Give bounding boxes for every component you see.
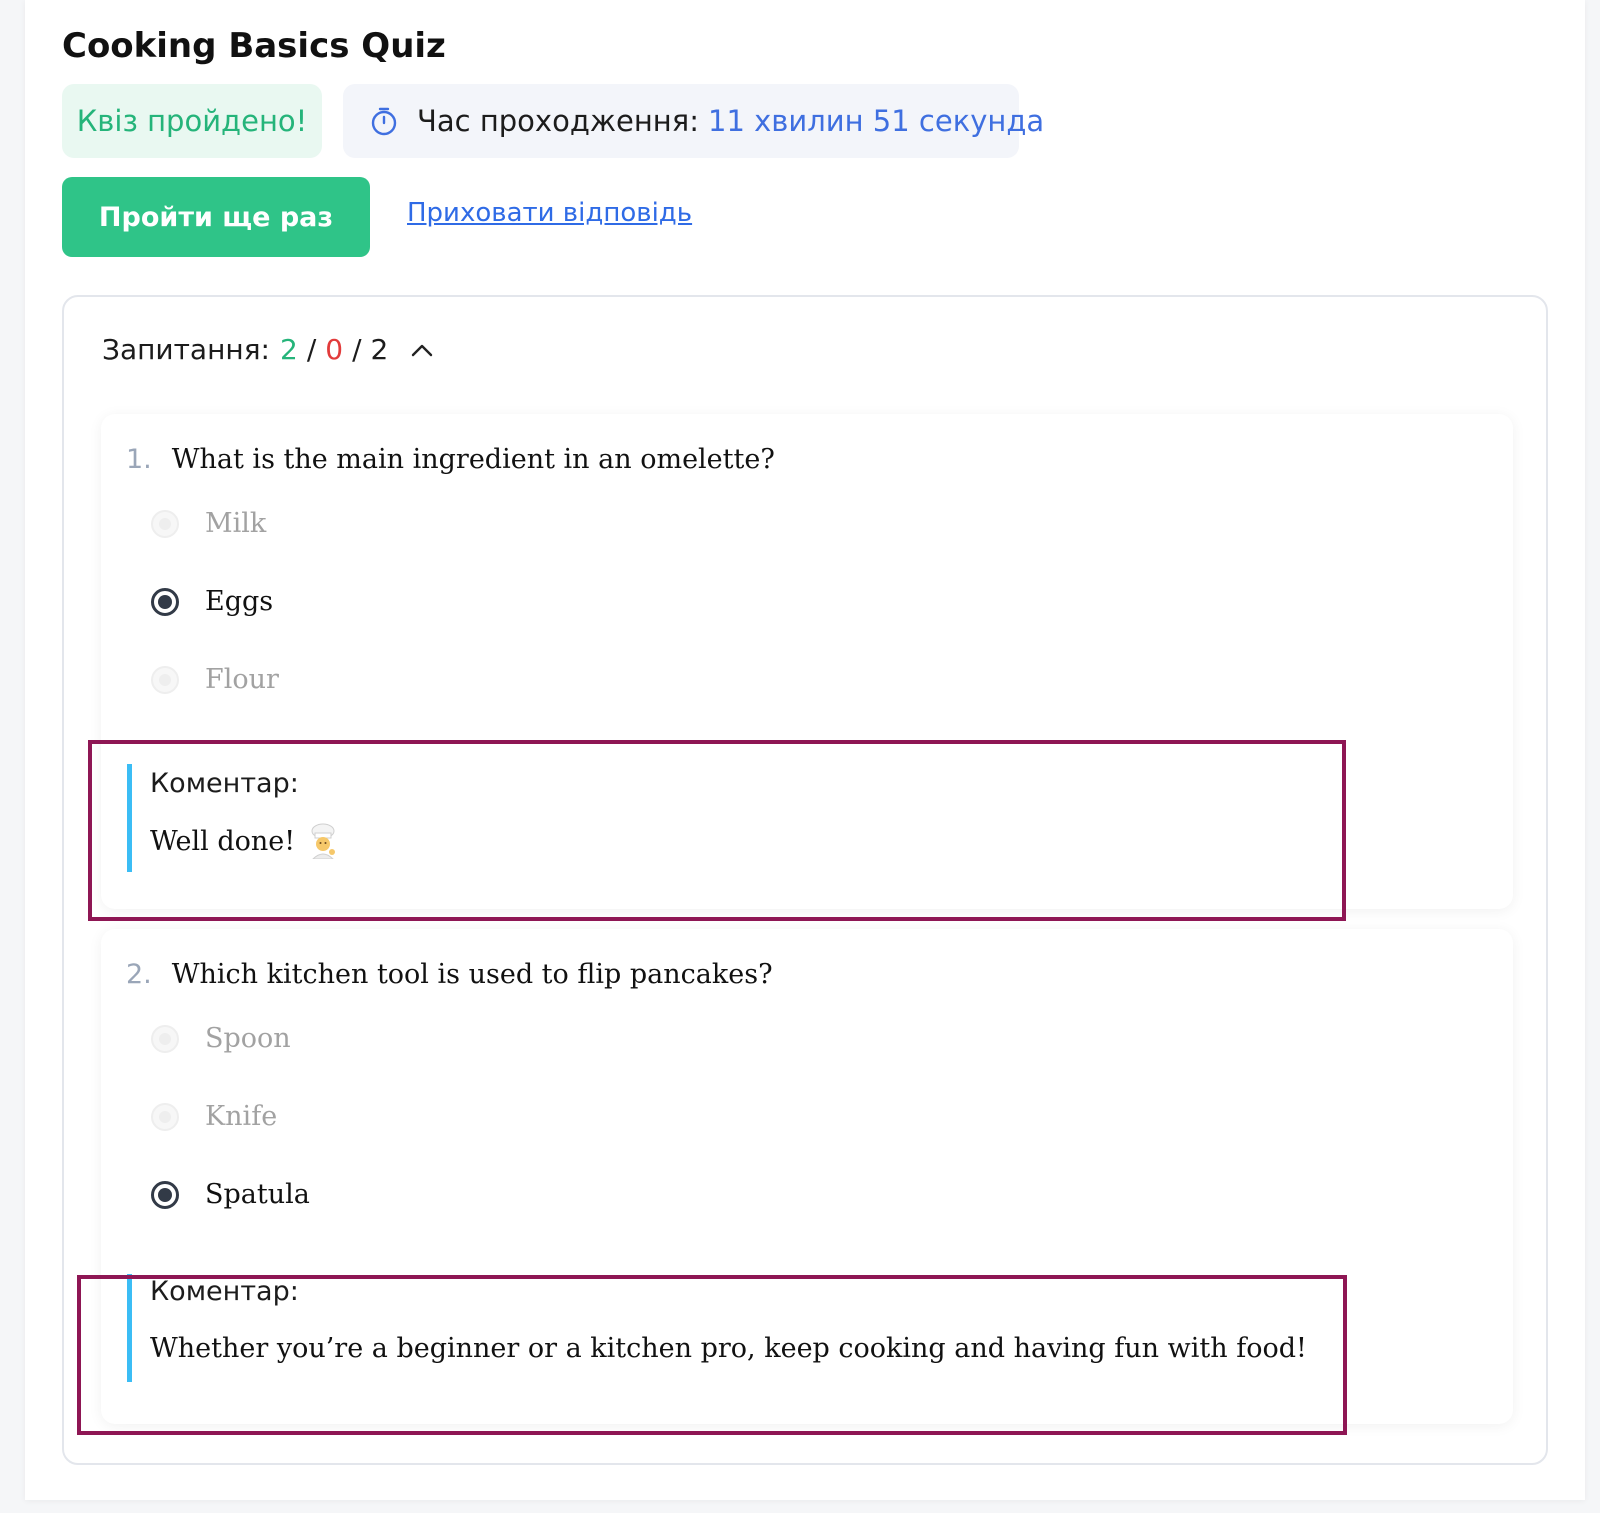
answer-option: Spatula [151,1179,310,1210]
completion-time: Час проходження: 11 хвилин 51 секунда [343,84,1044,158]
radio-button [151,509,179,538]
retry-quiz-button[interactable]: Пройти ще раз [62,177,370,257]
comment-text: Well done! [150,825,296,857]
option-label: Spatula [205,1179,310,1210]
quiz-completed-badge: Квіз пройдено! [62,84,322,158]
question-card: 1. What is the main ingredient in an omel… [101,414,1513,909]
question-text: What is the main ingredient in an omelet… [171,444,775,475]
comment-label: Коментар: [150,768,299,799]
comment-block: Коментар: Whether you’re a beginner or a… [127,1274,1307,1382]
option-label: Eggs [205,586,274,617]
option-label: Milk [205,508,267,539]
chevron-up-icon[interactable] [410,342,434,358]
question-header: 2. Which kitchen tool is used to flip pan… [126,959,773,990]
questions-panel: Запитання: 2 / 0 / 2 1. What is the main … [62,295,1548,1465]
option-label: Flour [205,664,279,695]
question-header: 1. What is the main ingredient in an omel… [126,444,775,475]
correct-count: 2 [279,333,298,366]
summary-separator: / [352,333,362,366]
radio-button [151,1180,179,1209]
quiz-title: Cooking Basics Quiz [62,26,446,66]
answer-option: Milk [151,508,266,539]
option-label: Knife [205,1101,278,1132]
stopwatch-icon [371,107,397,136]
radio-button [151,1024,179,1053]
wrong-count: 0 [325,333,344,366]
chef-emoji-icon [307,823,339,859]
comment-text-row: Well done! [150,823,339,859]
radio-button [151,1102,179,1131]
radio-button [151,587,179,616]
question-text: Which kitchen tool is used to flip panca… [171,959,773,990]
comment-text: Whether you’re a beginner or a kitchen p… [150,1333,1307,1364]
questions-summary: Запитання: 2 / 0 / 2 [102,333,434,366]
question-number: 2. [126,959,152,990]
question-number: 1. [126,444,152,475]
radio-button [151,665,179,694]
answer-option: Spoon [151,1023,291,1054]
answer-option: Flour [151,664,279,695]
time-value: 11 хвилин 51 секунда [708,104,1045,138]
time-label: Час проходження: [417,104,699,138]
answer-option: Eggs [151,586,273,617]
hide-answers-link[interactable]: Приховати відповідь [407,198,692,228]
comment-text-row: Whether you’re a beginner or a kitchen p… [150,1333,1307,1364]
quiz-results-page: Cooking Basics Quiz Квіз пройдено! Час п… [25,0,1585,1500]
answer-option: Knife [151,1101,277,1132]
comment-block: Коментар: Well done! [127,764,339,872]
question-card: 2. Which kitchen tool is used to flip pan… [101,929,1513,1424]
total-count: 2 [370,333,389,366]
comment-label: Коментар: [150,1276,299,1307]
summary-separator: / [306,333,317,366]
option-label: Spoon [205,1023,291,1054]
summary-label: Запитання: [102,333,270,366]
